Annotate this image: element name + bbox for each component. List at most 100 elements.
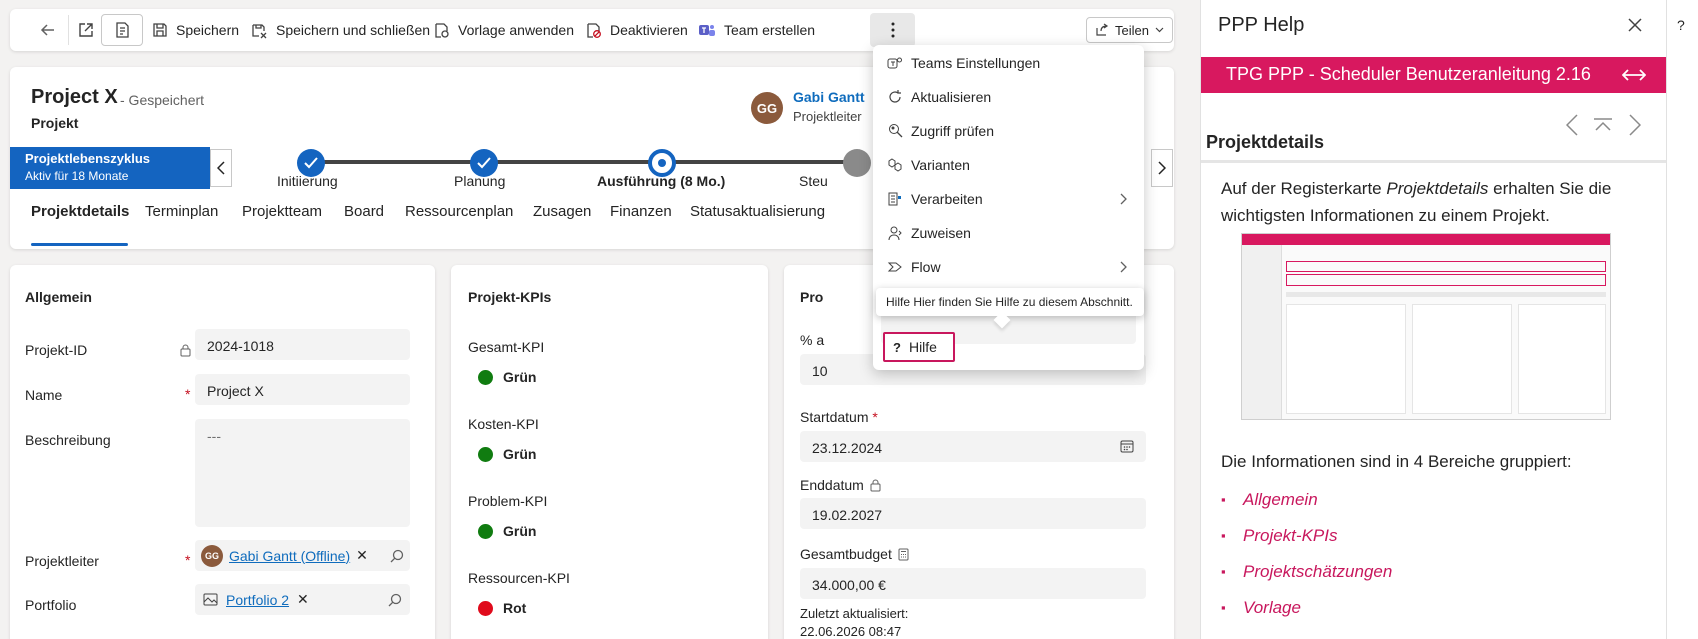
budget-field[interactable]: 34.000,00 € (800, 568, 1146, 599)
status-dot (478, 600, 493, 616)
save-button[interactable]: Speichern (152, 14, 239, 46)
record-title: Project X (31, 86, 118, 108)
owner-role: Projektleiter (793, 109, 862, 124)
back-button[interactable] (32, 14, 64, 46)
stage-pending-marker[interactable] (843, 149, 871, 177)
kpi-label: Gesamt-KPI (468, 339, 545, 355)
lock-icon (870, 479, 881, 491)
start-label-text: Startdatum (800, 409, 869, 425)
teams-settings-icon (887, 57, 902, 69)
create-team-button[interactable]: Team erstellen (698, 14, 815, 46)
description-field[interactable]: --- (195, 419, 410, 527)
start-date-field[interactable]: 23.12.2024 (800, 431, 1146, 462)
help-tooltip: Hilfe Hier finden Sie Hilfe zu diesem Ab… (876, 288, 1144, 316)
tab-projektdetails[interactable]: Projektdetails (31, 203, 129, 220)
stage-name[interactable]: Planung (454, 173, 505, 189)
budget-label-text: Gesamtbudget (800, 546, 892, 562)
stage-name-active[interactable]: Ausführung (8 Mo.) (597, 173, 725, 189)
menu-item-aktualisieren[interactable]: Aktualisieren (887, 82, 991, 112)
help-section-links: Allgemein Projekt-KPIs Projektschätzunge… (1221, 490, 1392, 634)
menu-item-zugriff-pruefen[interactable]: Zugriff prüfen (887, 116, 994, 146)
field-label: Enddatum (800, 477, 881, 493)
section-title: Projekt-KPIs (468, 289, 552, 305)
field-label: % a (800, 332, 825, 348)
help-rail-icon[interactable]: ? (1677, 17, 1685, 33)
kpi-value: Rot (478, 600, 526, 616)
project-id-field[interactable]: 2024-1018 (195, 329, 410, 360)
open-new-window-button[interactable] (70, 14, 102, 46)
help-link-allgemein[interactable]: Allgemein (1221, 490, 1392, 526)
chevron-right-icon (1158, 161, 1166, 175)
menu-item-flow[interactable]: Flow (887, 252, 1127, 282)
share-button[interactable]: Teilen (1086, 17, 1173, 43)
name-field[interactable]: Project X (195, 374, 410, 405)
tab-ressourcenplan[interactable]: Ressourcenplan (405, 203, 513, 220)
help-guide-title: TPG PPP - Scheduler Benutzeranleitung 2.… (1226, 64, 1591, 84)
chevron-down-icon (1155, 27, 1164, 33)
process-next-button[interactable] (1151, 149, 1173, 187)
more-commands-button[interactable] (870, 13, 915, 47)
tab-board[interactable]: Board (344, 203, 384, 220)
help-link-projektschaetzungen[interactable]: Projektschätzungen (1221, 562, 1392, 598)
search-icon[interactable] (390, 549, 404, 563)
project-manager-lookup[interactable]: GG Gabi Gantt (Offline) ✕ (195, 540, 410, 571)
help-pane-title: PPP Help (1218, 14, 1305, 36)
process-prev-button[interactable] (210, 149, 232, 187)
form-switcher-button[interactable] (101, 14, 143, 46)
portfolio-link[interactable]: Portfolio 2 (226, 592, 289, 608)
tab-projektteam[interactable]: Projektteam (242, 203, 322, 220)
end-date-field[interactable]: 19.02.2027 (800, 498, 1146, 529)
tab-terminplan[interactable]: Terminplan (145, 203, 218, 220)
help-intro-emphasis: Projektdetails (1386, 179, 1489, 198)
remove-icon[interactable]: ✕ (297, 591, 309, 608)
menu-item-verarbeiten[interactable]: Verarbeiten (887, 184, 1127, 214)
chevron-left-icon[interactable] (1566, 114, 1578, 136)
open-new-window-icon (79, 23, 93, 37)
menu-item-teams-einstellungen[interactable]: Teams Einstellungen (887, 48, 1040, 78)
check-access-icon (889, 124, 903, 138)
help-intro-part: Auf der Registerkarte (1221, 179, 1387, 198)
side-rail: ? (1666, 0, 1698, 639)
process-icon (888, 192, 901, 206)
owner-link[interactable]: Gabi Gantt (793, 89, 865, 105)
menu-item-label: Zuweisen (911, 225, 971, 241)
search-icon[interactable] (388, 593, 402, 607)
save-and-close-button[interactable]: Speichern und schließen (251, 14, 430, 46)
more-vertical-icon (891, 22, 894, 38)
remove-icon[interactable]: ✕ (356, 547, 368, 564)
start-date-value: 23.12.2024 (812, 440, 883, 456)
section-allgemein: Allgemein Projekt-ID 2024-1018 Name * Pr… (10, 265, 435, 639)
kpi-value-text: Grün (503, 446, 537, 462)
end-label-text: Enddatum (800, 477, 864, 493)
template-icon (435, 22, 449, 38)
portfolio-lookup[interactable]: Portfolio 2 ✕ (195, 584, 410, 615)
manager-link[interactable]: Gabi Gantt (Offline) (229, 548, 350, 564)
menu-item-hilfe[interactable]: ? Hilfe (883, 332, 955, 362)
scroll-to-top-icon[interactable] (1593, 118, 1613, 132)
close-icon[interactable] (1628, 18, 1642, 32)
help-screenshot-image (1241, 233, 1611, 420)
help-link-vorlage[interactable]: Vorlage (1221, 598, 1392, 634)
kpi-value: Grün (478, 446, 536, 462)
deactivate-button[interactable]: Deaktivieren (585, 14, 688, 46)
avatar: GG (201, 544, 223, 567)
menu-item-zuweisen[interactable]: Zuweisen (887, 218, 971, 248)
process-label[interactable]: Projektlebenszyklus Aktiv für 18 Monate (10, 147, 210, 189)
portfolio-icon (203, 593, 218, 606)
create-team-label: Team erstellen (724, 22, 816, 38)
calendar-icon[interactable] (1120, 439, 1134, 453)
section-title: Allgemein (25, 289, 92, 305)
help-pane: PPP Help TPG PPP - Scheduler Benutzeranl… (1200, 0, 1667, 639)
deactivate-icon (587, 22, 601, 38)
help-link-projekt-kpis[interactable]: Projekt-KPIs (1221, 526, 1392, 562)
tab-statusaktualisierung[interactable]: Statusaktualisierung (690, 203, 825, 220)
menu-item-varianten[interactable]: Varianten (887, 150, 970, 180)
stage-name[interactable]: Initiierung (277, 173, 338, 189)
stage-name[interactable]: Steu (799, 173, 828, 189)
menu-item-label: Flow (911, 259, 941, 275)
apply-template-button[interactable]: Vorlage anwenden (433, 14, 574, 46)
tab-finanzen[interactable]: Finanzen (610, 203, 672, 220)
chevron-right-icon[interactable] (1629, 114, 1641, 136)
tab-zusagen[interactable]: Zusagen (533, 203, 591, 220)
expand-horizontal-icon[interactable] (1622, 67, 1646, 83)
